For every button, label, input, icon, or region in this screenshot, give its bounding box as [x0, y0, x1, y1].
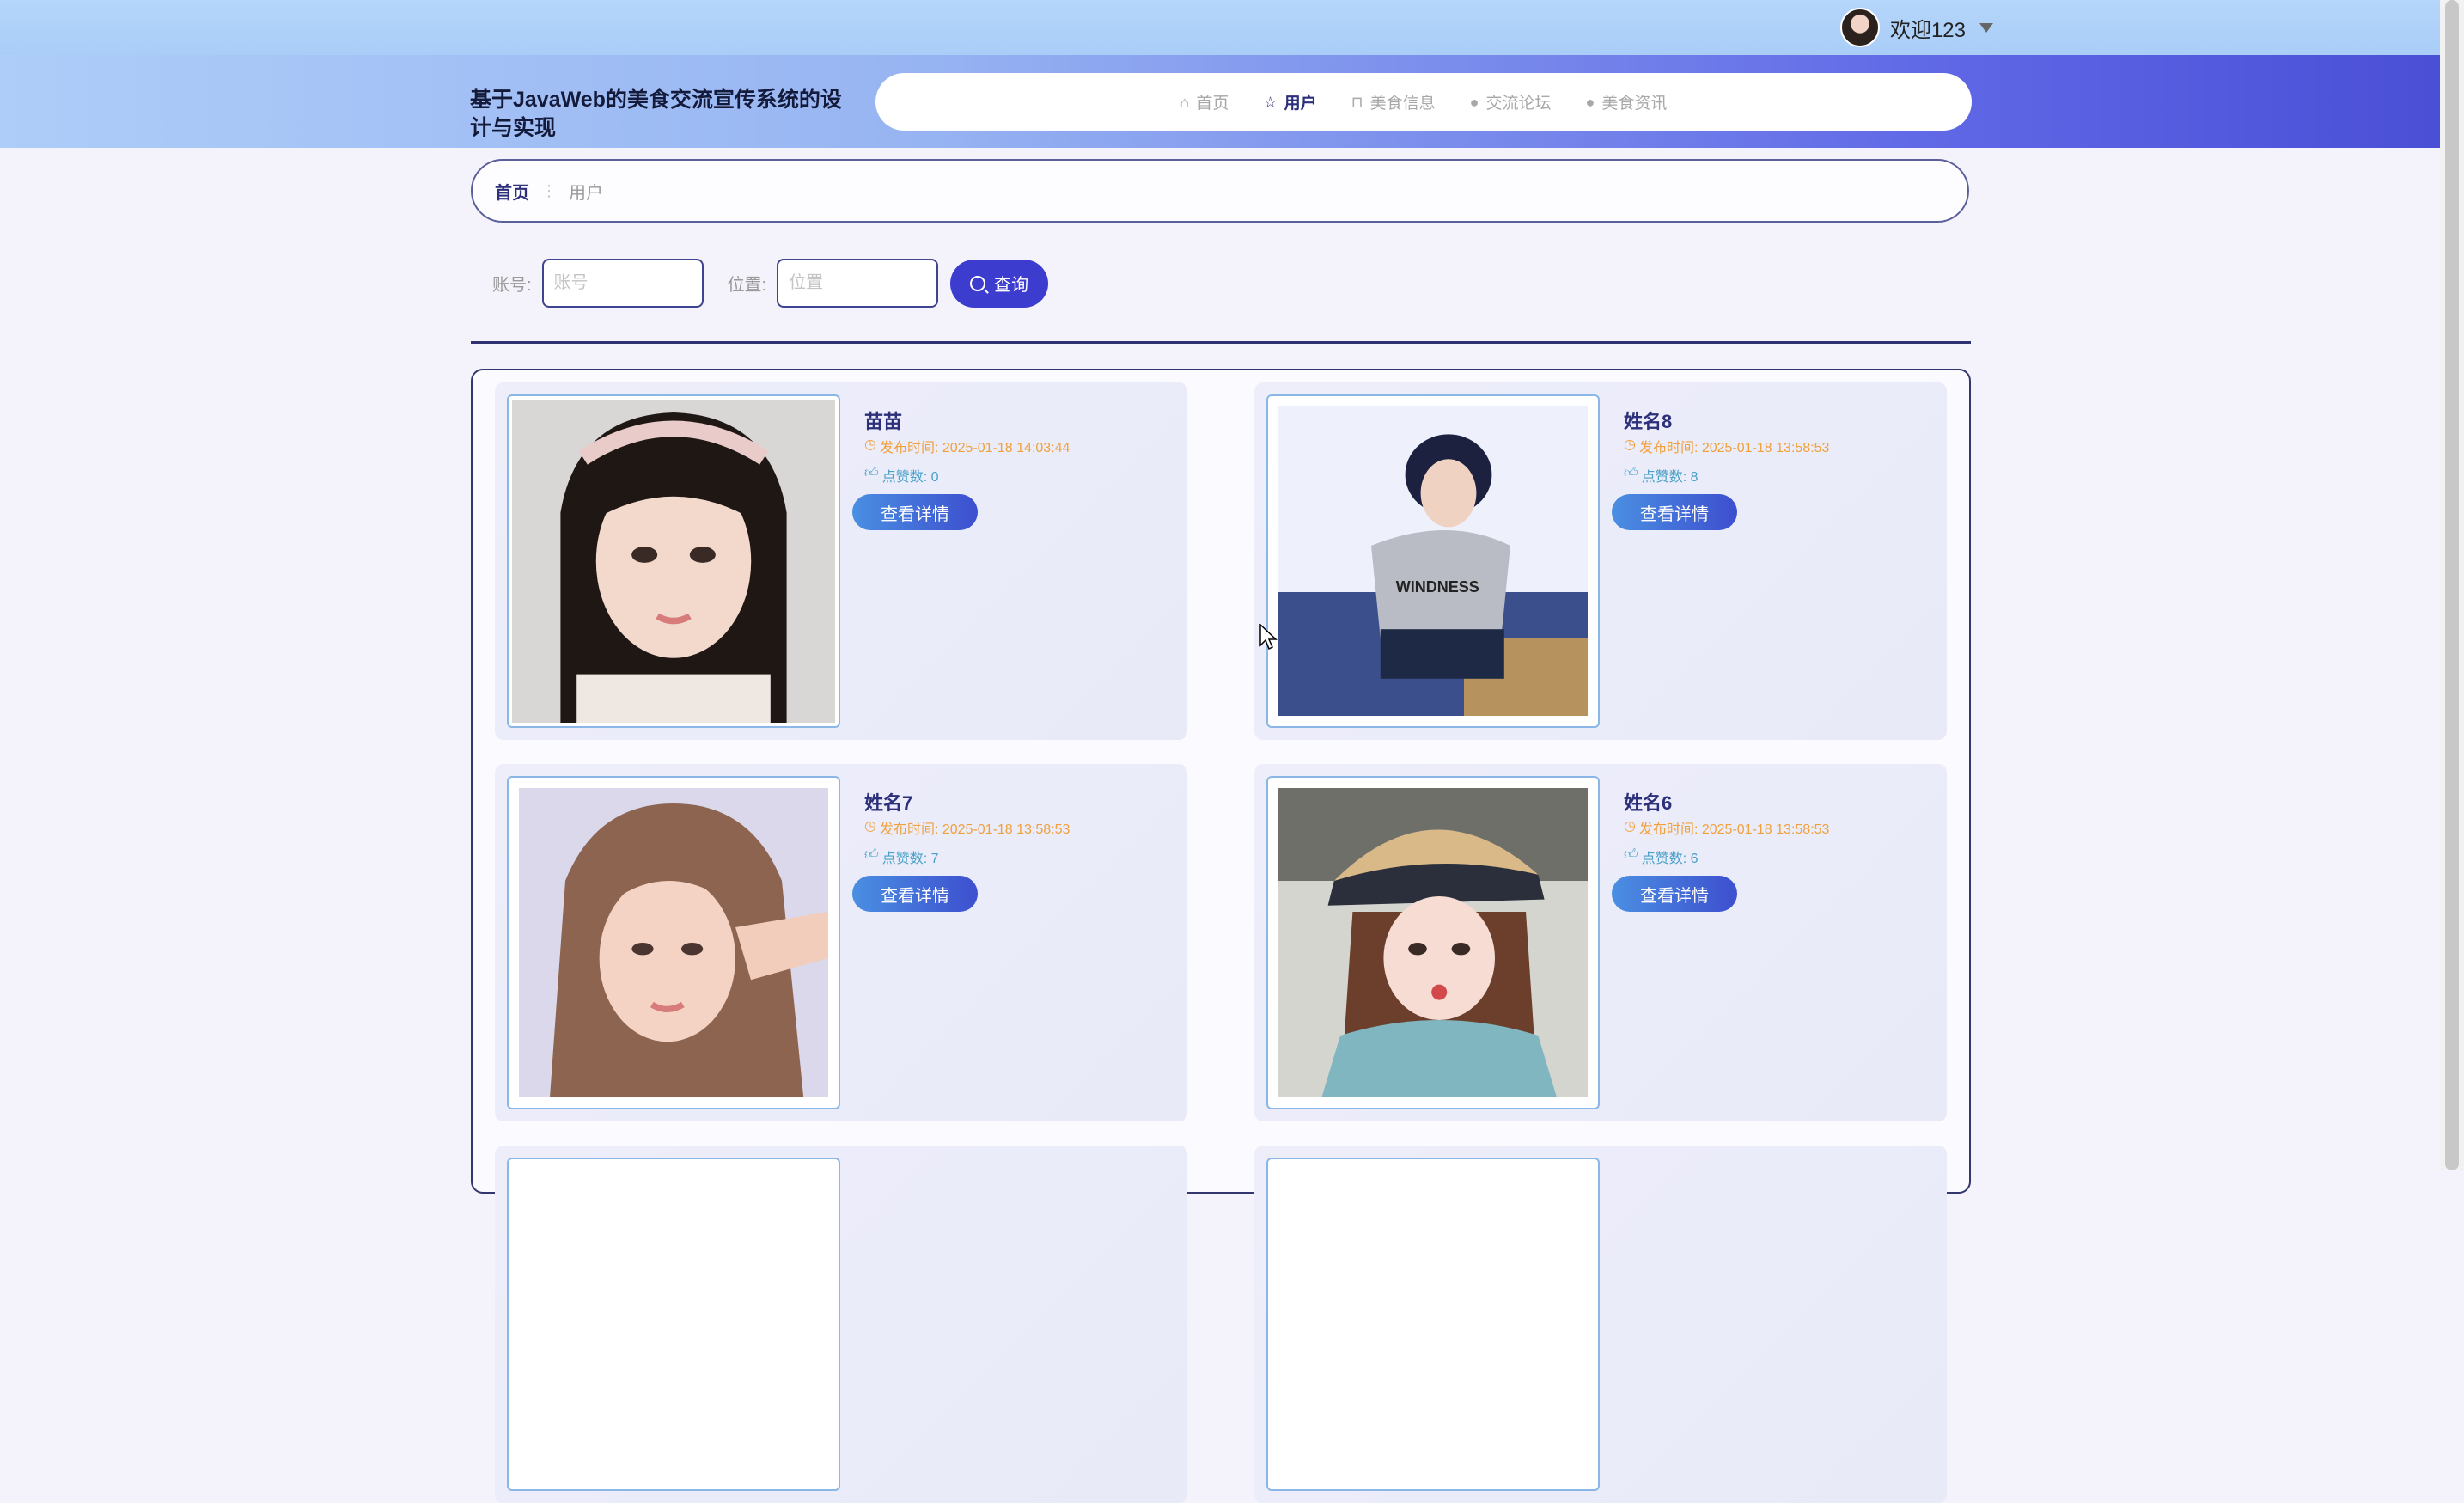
- user-card: [1254, 1146, 1947, 1503]
- user-photo: WINDNESS: [1278, 406, 1588, 716]
- nav-label: 美食资讯: [1601, 95, 1668, 113]
- nav-food-info[interactable]: ⊓ 美食信息: [1351, 90, 1436, 113]
- search-form: 账号: 位置: 查询: [492, 259, 1049, 308]
- breadcrumb-separator: ⋮: [541, 181, 557, 199]
- top-bar: [0, 0, 2440, 55]
- like-count: 👍︎ 点赞数: 6: [1624, 846, 1699, 867]
- nav-home[interactable]: ⌂ 首页: [1180, 90, 1229, 113]
- like-count: 👍︎ 点赞数: 7: [864, 846, 939, 867]
- user-photo-frame[interactable]: [1266, 776, 1600, 1109]
- like-count: 👍︎ 点赞数: 0: [864, 465, 939, 486]
- publish-time: ◷ 发布时间: 2025-01-18 13:58:53: [1624, 436, 1829, 456]
- breadcrumb: 首页 ⋮ 用户: [471, 159, 1969, 223]
- scrollbar-thumb[interactable]: [2445, 0, 2459, 1170]
- like-count: 👍︎ 点赞数: 8: [1624, 465, 1699, 486]
- user-photo-frame[interactable]: [1266, 1158, 1600, 1491]
- user-name: 苗苗: [864, 411, 903, 432]
- user-photo-frame[interactable]: WINDNESS: [1266, 394, 1600, 728]
- bag-icon: ⊓: [1351, 93, 1363, 111]
- divider: [471, 341, 1971, 344]
- location-label: 位置:: [727, 276, 767, 295]
- user-photo-frame[interactable]: [507, 1158, 840, 1491]
- account-label: 账号:: [492, 276, 532, 295]
- search-button[interactable]: 查询: [950, 259, 1049, 308]
- user-photo-frame[interactable]: [507, 776, 840, 1109]
- user-card: [495, 1146, 1187, 1503]
- site-title: 基于JavaWeb的美食交流宣传系统的设计与实现: [470, 88, 842, 140]
- info-circle-icon: ●: [1469, 93, 1479, 111]
- user-card: 苗苗 ◷ 发布时间: 2025-01-18 14:03:44 👍︎ 点赞数: 0 查…: [495, 382, 1187, 740]
- view-details-button[interactable]: 查看详情: [852, 494, 978, 530]
- star-icon: ☆: [1263, 93, 1278, 111]
- nav-forum[interactable]: ● 交流论坛: [1470, 90, 1552, 113]
- publish-time: ◷ 发布时间: 2025-01-18 13:58:53: [864, 817, 1070, 838]
- search-button-label: 查询: [994, 276, 1029, 295]
- thumbs-up-icon: 👍︎: [1624, 466, 1638, 480]
- nav-food-news[interactable]: ● 美食资讯: [1586, 90, 1668, 113]
- clock-icon: ◷: [1624, 437, 1636, 452]
- like-count-text: 点赞数: 7: [881, 852, 939, 866]
- user-card: 姓名6 ◷ 发布时间: 2025-01-18 13:58:53 👍︎ 点赞数: 6 …: [1254, 764, 1947, 1121]
- caret-down-icon[interactable]: [1979, 22, 1993, 33]
- publish-time: ◷ 发布时间: 2025-01-18 14:03:44: [864, 436, 1070, 456]
- mouse-cursor-icon: [1259, 624, 1278, 651]
- breadcrumb-current: 用户: [569, 183, 603, 203]
- user-photo: [512, 400, 835, 723]
- breadcrumb-home[interactable]: 首页: [495, 179, 529, 204]
- thumbs-up-icon: 👍︎: [864, 847, 879, 862]
- search-icon: [970, 275, 986, 291]
- main-nav: ⌂ 首页 ☆ 用户 ⊓ 美食信息 ● 交流论坛 ● 美食资讯: [875, 73, 1972, 131]
- like-count-text: 点赞数: 6: [1641, 852, 1699, 866]
- nav-label: 交流论坛: [1485, 95, 1552, 113]
- like-count-text: 点赞数: 8: [1641, 470, 1699, 485]
- view-details-button[interactable]: 查看详情: [1612, 494, 1737, 530]
- thumbs-up-icon: 👍︎: [1624, 847, 1638, 862]
- home-icon: ⌂: [1180, 93, 1190, 111]
- nav-label: 美食信息: [1369, 95, 1436, 113]
- user-name: 姓名7: [864, 792, 913, 814]
- publish-time: ◷ 发布时间: 2025-01-18 13:58:53: [1624, 817, 1829, 838]
- publish-time-text: 发布时间: 2025-01-18 13:58:53: [1638, 441, 1830, 455]
- nav-label: 首页: [1196, 95, 1229, 113]
- svg-text:WINDNESS: WINDNESS: [1396, 578, 1479, 596]
- account-input[interactable]: [541, 259, 704, 308]
- clock-icon: ◷: [864, 437, 876, 452]
- user-photo-frame[interactable]: [507, 394, 840, 728]
- user-menu[interactable]: 欢迎123: [1839, 8, 1993, 47]
- view-details-button[interactable]: 查看详情: [852, 876, 978, 912]
- view-details-button[interactable]: 查看详情: [1612, 876, 1737, 912]
- location-input[interactable]: [777, 259, 939, 308]
- scrollbar[interactable]: [2440, 0, 2464, 1170]
- user-grid: 苗苗 ◷ 发布时间: 2025-01-18 14:03:44 👍︎ 点赞数: 0 查…: [471, 369, 1971, 1503]
- publish-time-text: 发布时间: 2025-01-18 14:03:44: [879, 441, 1070, 455]
- thumbs-up-icon: 👍︎: [864, 466, 879, 480]
- nav-users[interactable]: ☆ 用户: [1263, 90, 1316, 113]
- like-count-text: 点赞数: 0: [881, 470, 939, 485]
- user-name: 姓名8: [1624, 411, 1673, 432]
- user-card: 姓名7 ◷ 发布时间: 2025-01-18 13:58:53 👍︎ 点赞数: 7 …: [495, 764, 1187, 1121]
- clock-icon: ◷: [864, 819, 876, 834]
- publish-time-text: 发布时间: 2025-01-18 13:58:53: [1638, 822, 1830, 837]
- user-avatar[interactable]: [1839, 8, 1880, 47]
- user-photo: [519, 788, 828, 1097]
- publish-time-text: 发布时间: 2025-01-18 13:58:53: [879, 822, 1070, 837]
- user-name: 姓名6: [1624, 792, 1673, 814]
- user-photo: [1278, 788, 1588, 1097]
- info-circle-icon: ●: [1585, 93, 1595, 111]
- welcome-text[interactable]: 欢迎123: [1890, 13, 1966, 43]
- nav-label: 用户: [1284, 95, 1317, 113]
- user-card: WINDNESS 姓名8 ◷ 发布时间: 2025-01-18 13:58:53 …: [1254, 382, 1947, 740]
- clock-icon: ◷: [1624, 819, 1636, 834]
